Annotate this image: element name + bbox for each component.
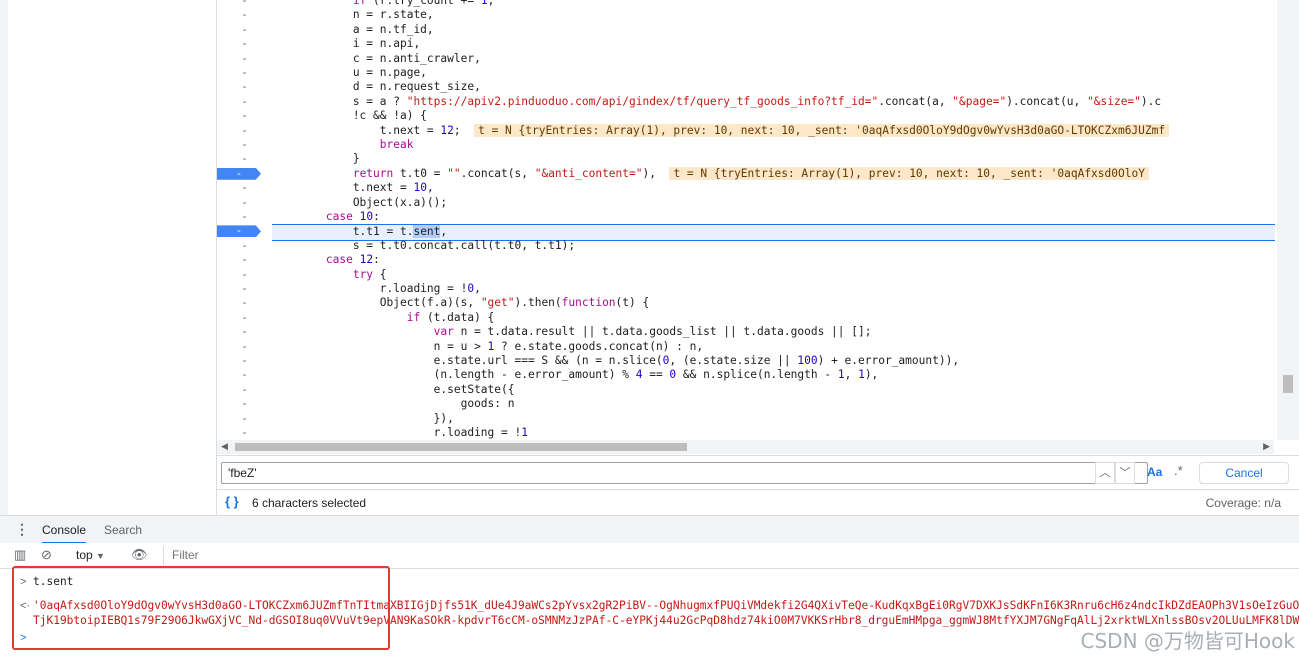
line-marker[interactable]: - <box>217 340 272 354</box>
context-select[interactable]: top ▼ <box>76 548 105 562</box>
code-line[interactable]: n = r.state, <box>272 8 1275 22</box>
scroll-right-icon[interactable]: ▶ <box>1263 441 1270 452</box>
code-line[interactable]: try { <box>272 268 1275 282</box>
horizontal-scrollbar[interactable]: ◀ ▶ <box>217 440 1274 454</box>
highlight-annotation <box>12 566 390 650</box>
inline-value: t = N {tryEntries: Array(1), prev: 10, n… <box>669 166 1149 180</box>
line-marker[interactable]: - <box>217 210 272 224</box>
pretty-print-icon[interactable]: { } <box>225 494 239 509</box>
code-line[interactable]: goods: n <box>272 397 1275 411</box>
code-line[interactable]: if (r.try_count += 1, <box>272 0 1275 8</box>
code-line[interactable]: a = n.tf_id, <box>272 23 1275 37</box>
navigator-pane <box>8 0 217 515</box>
code-line[interactable]: e.state.url === S && (n = n.slice(0, (e.… <box>272 354 1275 368</box>
code-area[interactable]: if (r.try_count += 1, n = r.state, a = n… <box>272 0 1275 440</box>
line-marker[interactable]: - <box>217 296 272 310</box>
line-marker[interactable]: - <box>217 426 272 440</box>
code-line[interactable]: var n = t.data.result || t.data.goods_li… <box>272 325 1275 339</box>
line-marker[interactable]: - <box>217 109 272 123</box>
line-marker[interactable]: - <box>217 282 272 296</box>
code-line[interactable]: Object(x.a)(); <box>272 196 1275 210</box>
code-editor[interactable]: ------------------------------- if (r.tr… <box>217 0 1299 440</box>
code-line[interactable]: t.next = 12; t = N {tryEntries: Array(1)… <box>272 123 1275 138</box>
breakpoint-marker[interactable]: - <box>217 167 261 180</box>
dropdown-icon: ▼ <box>96 551 105 561</box>
line-marker[interactable]: - <box>217 95 272 109</box>
line-marker[interactable]: - <box>217 80 272 94</box>
match-case-button[interactable]: Aa <box>1147 465 1162 479</box>
code-line[interactable]: c = n.anti_crawler, <box>272 52 1275 66</box>
code-line[interactable]: s = t.t0.concat.call(t.t0, t.t1); <box>272 239 1275 253</box>
line-marker[interactable]: - <box>217 23 272 37</box>
line-marker[interactable]: - <box>217 268 272 282</box>
code-line[interactable]: r.loading = !0, <box>272 282 1275 296</box>
code-line[interactable]: s = a ? "https://apiv2.pinduoduo.com/api… <box>272 95 1275 109</box>
line-marker[interactable]: - <box>217 124 272 138</box>
more-options-icon[interactable]: ⋮ <box>15 521 29 538</box>
line-marker[interactable]: - <box>217 0 272 8</box>
line-marker[interactable]: - <box>217 52 272 66</box>
line-gutter[interactable]: ------------------------------- <box>217 0 272 440</box>
scroll-left-icon[interactable]: ◀ <box>221 441 228 452</box>
code-line[interactable]: !c && !a) { <box>272 109 1275 123</box>
scroll-thumb[interactable] <box>1283 375 1293 393</box>
clear-console-icon[interactable]: ⊘ <box>41 547 52 563</box>
line-marker[interactable]: - <box>217 152 272 166</box>
regex-button[interactable]: .* <box>1174 463 1183 478</box>
context-value: top <box>76 548 93 562</box>
code-line[interactable]: i = n.api, <box>272 37 1275 51</box>
line-marker[interactable]: - <box>217 325 272 339</box>
vertical-scrollbar[interactable] <box>1277 0 1299 440</box>
line-marker[interactable]: - <box>217 138 272 152</box>
code-line[interactable]: t.next = 10, <box>272 181 1275 195</box>
watermark: CSDN @万物皆可Hook <box>1080 629 1295 653</box>
live-expression-eye-icon[interactable]: 👁 <box>131 547 148 563</box>
tab-search[interactable]: Search <box>104 523 142 537</box>
line-marker[interactable]: - <box>217 253 272 267</box>
breakpoint-marker[interactable]: - <box>217 225 261 238</box>
code-line[interactable]: case 12: <box>272 253 1275 267</box>
code-line[interactable]: n = u > 1 ? e.state.goods.concat(n) : n, <box>272 340 1275 354</box>
search-input[interactable]: 'fbeZ' <box>221 462 1148 484</box>
inline-value: t = N {tryEntries: Array(1), prev: 10, n… <box>474 123 1170 137</box>
code-line[interactable]: Object(f.a)(s, "get").then(function(t) { <box>272 296 1275 310</box>
line-marker[interactable]: - <box>217 354 272 368</box>
status-bar: { } 6 characters selected Coverage: n/a <box>217 489 1299 516</box>
line-marker[interactable]: - <box>217 196 272 210</box>
code-line[interactable]: e.setState({ <box>272 383 1275 397</box>
code-line[interactable]: case 10: <box>272 210 1275 224</box>
sidebar-toggle-icon[interactable]: ▥ <box>14 547 26 563</box>
code-line[interactable]: break <box>272 138 1275 152</box>
line-marker[interactable]: - <box>217 383 272 397</box>
line-marker[interactable]: - <box>217 37 272 51</box>
line-marker[interactable]: - <box>217 8 272 22</box>
line-marker[interactable]: - <box>217 397 272 411</box>
code-line[interactable]: if (t.data) { <box>272 311 1275 325</box>
code-line[interactable]: (n.length - e.error_amount) % 4 == 0 && … <box>272 368 1275 382</box>
code-line[interactable]: r.loading = !1 <box>272 426 1275 440</box>
coverage-status: Coverage: n/a <box>1205 496 1281 510</box>
previous-match-icon[interactable]: ︿ <box>1095 462 1115 484</box>
search-bar: 'fbeZ' ︿ ﹀ Aa .* Cancel <box>217 455 1299 490</box>
line-marker[interactable]: - <box>217 412 272 426</box>
line-marker[interactable]: - <box>217 181 272 195</box>
scroll-thumb[interactable] <box>235 443 687 451</box>
code-line[interactable]: return t.t0 = "".concat(s, "&anti_conten… <box>272 166 1275 181</box>
code-line[interactable]: } <box>272 152 1275 166</box>
tab-console[interactable]: Console <box>42 523 87 544</box>
line-marker[interactable]: - <box>217 311 272 325</box>
code-line[interactable]: u = n.page, <box>272 66 1275 80</box>
line-marker[interactable]: - <box>217 239 272 253</box>
code-line[interactable]: }), <box>272 412 1275 426</box>
drawer-tabbar: ⋮ Console Search <box>0 515 1299 544</box>
filter-input[interactable]: Filter <box>163 546 1299 565</box>
next-match-icon[interactable]: ﹀ <box>1115 462 1135 484</box>
line-marker[interactable]: - <box>217 368 272 382</box>
cancel-button[interactable]: Cancel <box>1199 462 1289 484</box>
line-marker[interactable]: - <box>217 66 272 80</box>
selection-status: 6 characters selected <box>252 496 367 510</box>
code-line[interactable]: d = n.request_size, <box>272 80 1275 94</box>
